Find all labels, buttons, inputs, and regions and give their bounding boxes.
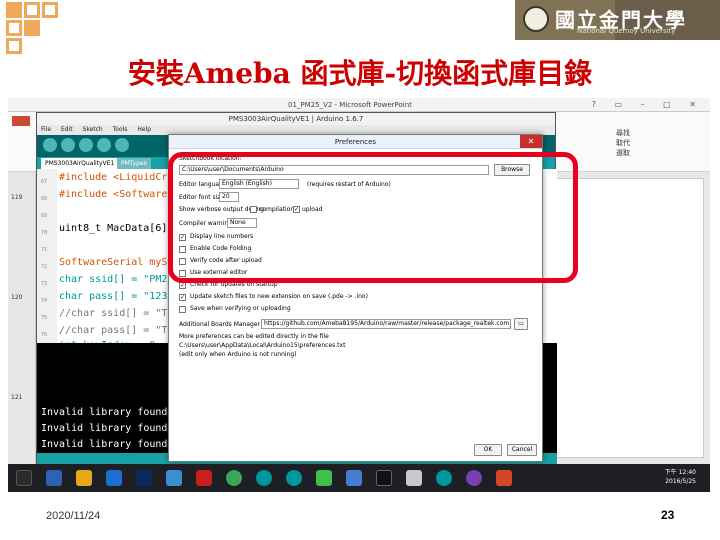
folder-icon[interactable] (76, 470, 92, 486)
edit-warning-note: (edit only when Arduino is not running) (179, 351, 297, 358)
arduino-icon-2[interactable] (286, 470, 302, 486)
deco-square (6, 2, 22, 18)
arduino-icon-3[interactable] (436, 470, 452, 486)
windows-start-icon[interactable] (16, 470, 32, 486)
logo-subtext: National Quemoy University (577, 27, 676, 35)
line-number: 71 (41, 247, 48, 253)
checkbox[interactable]: ✓ (179, 282, 186, 289)
university-logo: 國立金門大學 National Quemoy University (515, 0, 720, 40)
notepad-icon[interactable] (406, 470, 422, 486)
highlight-box (168, 152, 578, 283)
arduino-titlebar: PMS3003AirQualityVE1 | Arduino 1.6.7 (37, 113, 555, 125)
line-number: 74 (41, 298, 48, 304)
select-button[interactable]: 選取 (616, 148, 630, 158)
menu-help[interactable]: Help (137, 126, 151, 133)
slide-page-number: 23 (661, 508, 675, 522)
slide-number[interactable]: 119 (11, 194, 22, 201)
line-number: 75 (41, 315, 48, 321)
slide-thumbnail-pane: 119 120 121 (8, 172, 36, 472)
preferences-title: Preferences (334, 138, 377, 146)
tab-pmtypes[interactable]: PMTypes (117, 158, 151, 169)
clock-time: 下午 12:40 (664, 469, 696, 476)
preferences-file-path[interactable]: C:\Users\user\AppData\Local\Arduino15\pr… (179, 342, 345, 349)
line-gutter: 67 68 69 70 71 72 73 74 75 76 (37, 169, 57, 343)
pdf-icon[interactable] (196, 470, 212, 486)
file-tab[interactable] (12, 116, 30, 126)
menu-sketch[interactable]: Sketch (83, 126, 103, 133)
screenshot: 01_PM25_V2 - Microsoft PowerPoint ? ▭ – … (8, 98, 710, 492)
checkbox[interactable]: ✓ (179, 294, 186, 301)
menu-file[interactable]: File (41, 126, 51, 133)
line-number: 68 (41, 196, 48, 202)
photoshop-icon[interactable] (136, 470, 152, 486)
network-icon[interactable] (166, 470, 182, 486)
window-controls[interactable]: ? ▭ – ▢ ✕ (592, 100, 704, 109)
more-preferences-note: More preferences can be edited directly … (179, 333, 329, 340)
code-line: char ssid[] = "PM25"; (59, 274, 186, 285)
slide-number[interactable]: 120 (11, 294, 22, 301)
open-icon[interactable] (97, 138, 111, 152)
option-label: Update sketch files to new extension on … (190, 293, 368, 300)
chrome-icon[interactable] (226, 470, 242, 486)
windows-taskbar: 下午 12:40 2016/5/25 (8, 464, 710, 492)
menu-edit[interactable]: Edit (61, 126, 73, 133)
deco-square (42, 2, 58, 18)
deco-square (24, 20, 40, 36)
line-number: 72 (41, 264, 48, 270)
save-icon[interactable] (115, 138, 129, 152)
word-icon[interactable] (46, 470, 62, 486)
seal-icon (523, 6, 549, 32)
option-label: Save when verifying or uploading (190, 305, 291, 312)
cancel-button[interactable]: Cancel (507, 444, 537, 456)
code-line: //char ssid[] = "TSAC (59, 308, 186, 319)
internet-explorer-icon[interactable] (106, 470, 122, 486)
line-number: 70 (41, 230, 48, 236)
preferences-titlebar: Preferences ✕ (169, 135, 542, 149)
verify-icon[interactable] (43, 138, 57, 152)
deco-square (6, 20, 22, 36)
close-icon[interactable]: ✕ (520, 135, 542, 148)
ribbon-editing-group: 尋找 取代 選取 (616, 128, 630, 158)
terminal-icon[interactable] (376, 470, 392, 486)
arduino-icon[interactable] (256, 470, 272, 486)
checkbox[interactable] (179, 306, 186, 313)
app-icon[interactable] (466, 470, 482, 486)
slide-number[interactable]: 121 (11, 394, 22, 401)
line-number: 73 (41, 281, 48, 287)
code-line: #include <SoftwareSer (59, 189, 186, 200)
line-number: 67 (41, 179, 48, 185)
system-clock[interactable]: 下午 12:40 2016/5/25 (665, 468, 696, 486)
slide-title: 安裝Ameba 函式庫-切換函式庫目錄 (127, 57, 593, 90)
url-list-button[interactable]: ▭ (514, 318, 528, 330)
boards-manager-url-field[interactable]: https://github.com/Ameba8195/Arduino/raw… (261, 319, 511, 329)
powerpoint-icon[interactable] (496, 470, 512, 486)
replace-button[interactable]: 取代 (616, 138, 630, 148)
slide-date: 2020/11/24 (46, 510, 101, 522)
powerpoint-titlebar: 01_PM25_V2 - Microsoft PowerPoint ? ▭ – … (8, 98, 710, 112)
translate-icon[interactable] (346, 470, 362, 486)
clock-date: 2016/5/25 (665, 478, 696, 485)
line-icon[interactable] (316, 470, 332, 486)
new-icon[interactable] (79, 138, 93, 152)
menu-tools[interactable]: Tools (113, 126, 128, 133)
upload-icon[interactable] (61, 138, 75, 152)
tab-sketch[interactable]: PMS3003AirQualityVE1 (41, 158, 119, 169)
line-number: 76 (41, 332, 48, 338)
line-number: 69 (41, 213, 48, 219)
code-line: uint8_t MacData[6]; (59, 223, 174, 234)
find-button[interactable]: 尋找 (616, 128, 630, 138)
ok-button[interactable]: OK (474, 444, 502, 456)
deco-square (24, 2, 40, 18)
powerpoint-window-title: 01_PM25_V2 - Microsoft PowerPoint (288, 101, 412, 109)
